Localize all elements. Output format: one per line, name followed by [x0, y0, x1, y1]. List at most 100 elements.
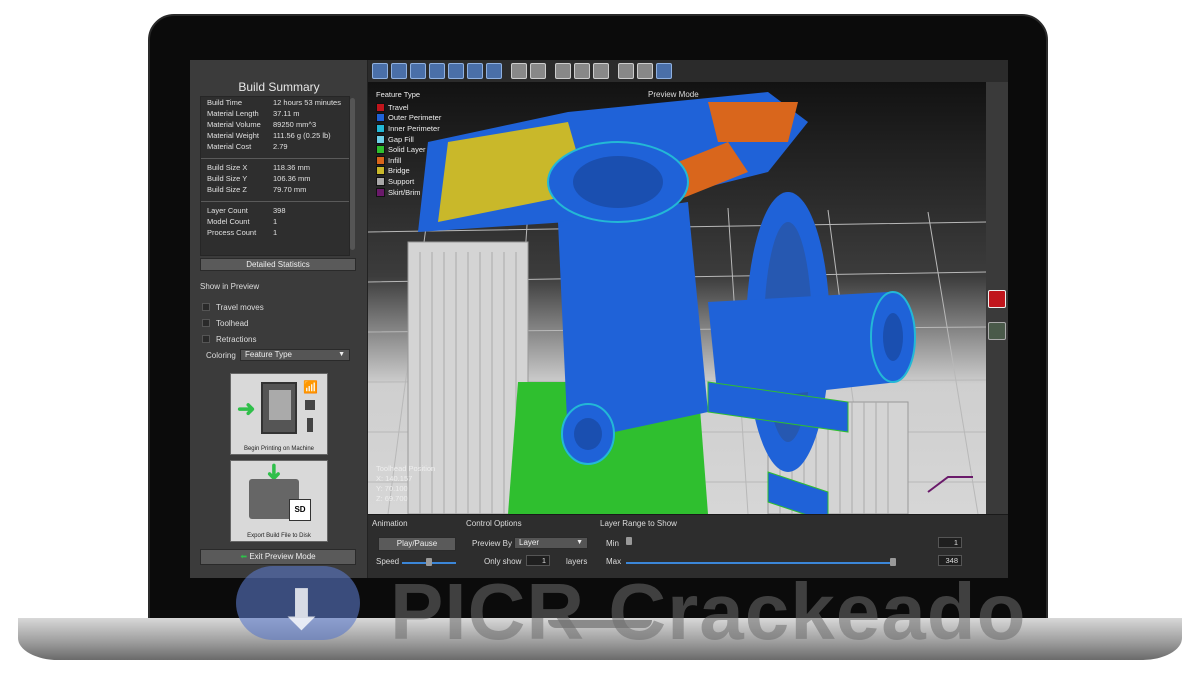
max-slider-knob[interactable] [890, 558, 896, 566]
toolhead-checkbox[interactable]: Toolhead [202, 316, 357, 330]
chevron-down-icon: ▼ [338, 351, 345, 358]
layer-view-icon[interactable] [656, 63, 672, 79]
legend-swatch [376, 155, 385, 165]
view-left-icon[interactable] [467, 63, 483, 79]
legend-label: Infill [388, 155, 402, 165]
stat-key: Process Count [207, 228, 257, 237]
stat-value: 106.36 mm [273, 174, 311, 183]
min-label: Min [606, 539, 619, 548]
build-summary-title: Build Summary [238, 80, 320, 94]
orthographic-icon[interactable] [530, 63, 546, 79]
view-right-icon[interactable] [486, 63, 502, 79]
control-options-title: Control Options [466, 519, 522, 528]
stat-row: Material Weight 111.56 g (0.25 lb) [201, 130, 349, 141]
stat-key: Layer Count [207, 206, 248, 215]
watermark-text: PICR Crackeado [390, 567, 1027, 656]
travel-moves-checkbox[interactable]: Travel moves [202, 300, 357, 314]
legend-swatch [376, 187, 385, 197]
stats-scrollbar[interactable] [350, 98, 355, 250]
only-show-input[interactable]: 1 [526, 555, 550, 566]
toolhead-y: Y: 70.100 [376, 484, 408, 493]
stat-row: Material Volume 89250 mm^3 [201, 119, 349, 130]
stat-key: Material Volume [207, 120, 261, 129]
stat-value: 12 hours 53 minutes [273, 98, 341, 107]
stat-value: 118.36 mm [273, 163, 310, 172]
legend-swatch [376, 176, 385, 186]
coloring-select[interactable]: Feature Type ▼ [240, 349, 350, 361]
stat-row: Build Time 12 hours 53 minutes [201, 97, 349, 108]
show-in-preview-title: Show in Preview [200, 282, 260, 291]
legend-swatch [376, 123, 385, 133]
arrow-right-icon: ➜ [237, 396, 256, 421]
cross-section-icon[interactable] [637, 63, 653, 79]
legend-swatch [376, 134, 385, 144]
export-build-file-button[interactable]: ➜ SD Export Build File to Disk [230, 460, 328, 542]
sd-card-icon: SD [289, 499, 311, 521]
coloring-label: Coloring [206, 351, 236, 360]
begin-printing-button[interactable]: ➜ 📶 Begin Printing on Machine [230, 373, 328, 455]
stat-value: 37.11 m [273, 109, 300, 118]
view-front-icon[interactable] [391, 63, 407, 79]
stat-key: Material Length [207, 109, 259, 118]
preview-by-label: Preview By [472, 539, 513, 548]
view-bottom-icon[interactable] [448, 63, 464, 79]
legend-label: Outer Perimeter [388, 113, 442, 123]
begin-printing-label: Begin Printing on Machine [243, 446, 315, 452]
stat-key: Material Cost [207, 142, 252, 151]
legend-item: Outer Perimeter [376, 113, 441, 124]
max-layer-input[interactable]: 348 [938, 555, 962, 566]
back-arrow-icon: ⬅ [240, 552, 250, 561]
build-plate-icon[interactable] [574, 63, 590, 79]
stat-key: Build Time [207, 98, 243, 107]
stat-value: 1 [273, 228, 278, 237]
stat-row: Material Length 37.11 m [201, 108, 349, 119]
retractions-checkbox[interactable]: Retractions [202, 332, 357, 346]
section-icon[interactable] [618, 63, 634, 79]
speed-slider-knob[interactable] [426, 558, 432, 566]
printer-icon [261, 382, 297, 434]
detailed-statistics-button[interactable]: Detailed Statistics [200, 258, 356, 271]
stat-key: Model Count [207, 217, 250, 226]
only-show-label: Only show [484, 557, 522, 566]
stat-key: Material Weight [207, 131, 259, 140]
machine-icon[interactable] [593, 63, 609, 79]
wifi-icon: 📶 [303, 380, 318, 394]
preview-mode-label: Preview Mode [648, 90, 699, 99]
min-layer-input[interactable]: 1 [938, 537, 962, 548]
exit-preview-button[interactable]: ⬅ Exit Preview Mode [200, 549, 356, 565]
play-pause-button[interactable]: Play/Pause [378, 537, 456, 551]
perspective-icon[interactable] [511, 63, 527, 79]
stat-key: Build Size Y [207, 174, 248, 183]
legend-item: Inner Perimeter [376, 123, 441, 134]
model-render [368, 92, 986, 514]
legend-item: Skirt/Brim [376, 187, 441, 198]
axes-icon[interactable] [555, 63, 571, 79]
legend-label: Bridge [388, 166, 410, 176]
stat-key: Build Size Z [207, 185, 248, 194]
toolhead-x: X: 140.157 [376, 474, 413, 483]
stat-value: 2.79 [273, 142, 288, 151]
max-label: Max [606, 557, 622, 566]
min-slider-knob[interactable] [626, 537, 632, 545]
legend-item: Support [376, 176, 441, 187]
model-cube-icon[interactable] [988, 290, 1006, 308]
app-screen: Build Summary Build Time 12 hours 53 minu… [190, 60, 1008, 578]
stat-row: Model Count 1 [201, 216, 349, 227]
preview-viewport[interactable]: Feature Type Travel Outer Perimeter Inner … [368, 82, 986, 514]
view-top-icon[interactable] [429, 63, 445, 79]
toolhead-position: Toolhead Position X: 140.157 Y: 70.100 Z… [376, 464, 435, 504]
legend-swatch [376, 113, 385, 123]
view-back-icon[interactable] [410, 63, 426, 79]
stat-row: Material Cost 2.79 [201, 141, 349, 152]
legend-swatch [376, 102, 385, 112]
legend-item: Solid Layer [376, 144, 441, 155]
stat-value: 79.70 mm [273, 185, 307, 194]
legend-swatch [376, 145, 385, 155]
view-iso-icon[interactable] [372, 63, 388, 79]
stat-value: 398 [273, 206, 286, 215]
stat-row: Build Size X 118.36 mm [201, 162, 349, 173]
process-settings-icon[interactable] [988, 322, 1006, 340]
preview-by-select[interactable]: Layer ▼ [514, 537, 588, 549]
legend-label: Solid Layer [388, 145, 426, 155]
max-layer-slider[interactable] [626, 562, 892, 564]
